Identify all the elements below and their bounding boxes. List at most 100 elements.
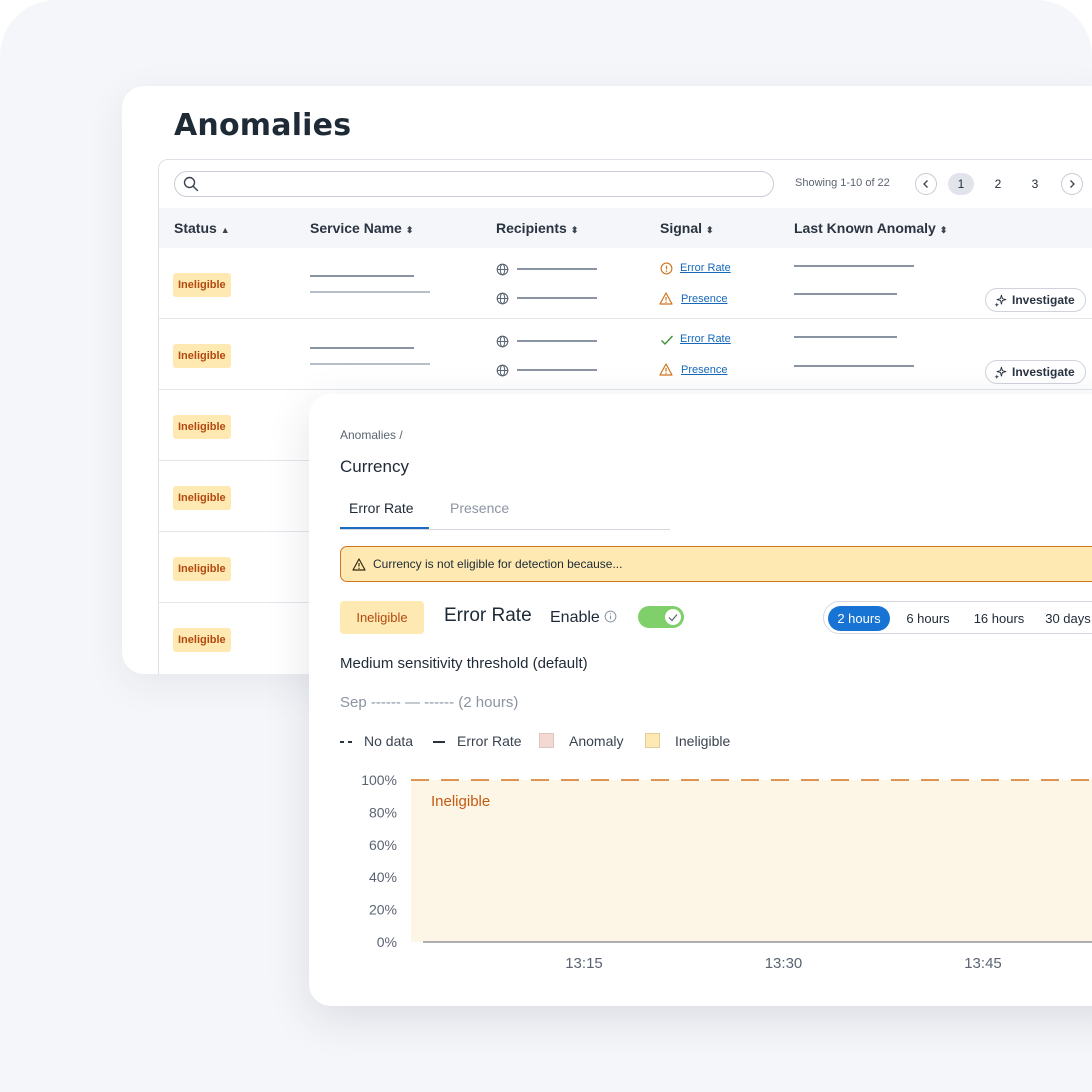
- table-toolbar: Showing 1-10 of 22 1 2 3: [159, 160, 1092, 208]
- signal-link-presence[interactable]: Presence: [681, 293, 727, 305]
- chevron-right-icon: [1070, 180, 1075, 188]
- entity-title: Currency: [340, 457, 409, 476]
- warning-triangle-icon: [659, 363, 673, 376]
- previous-page-button[interactable]: [915, 173, 937, 195]
- y-tick-label: 100%: [361, 772, 397, 788]
- status-badge: Ineligible: [340, 601, 424, 634]
- check-icon: [661, 335, 674, 346]
- pagination-summary: Showing 1-10 of 22: [795, 177, 890, 189]
- warning-triangle-icon: [659, 292, 673, 305]
- check-icon: [668, 613, 678, 621]
- service-name-placeholder: [310, 291, 430, 293]
- table-row[interactable]: Ineligible Error Rate Presence Investiga…: [159, 319, 1092, 390]
- legend-error-rate: Error Rate: [457, 733, 522, 749]
- table-header: Status ▲ Service Name ⬍ Recipients ⬍ Signal…: [159, 208, 1092, 248]
- table-row[interactable]: Ineligible Error Rate Presence Investiga…: [159, 248, 1092, 319]
- region-label: Ineligible: [431, 793, 490, 810]
- date-range-label: Sep ------ — ------ (2 hours): [340, 694, 519, 711]
- range-2-hours[interactable]: 2 hours: [828, 606, 890, 631]
- legend-no-data: No data: [364, 733, 414, 749]
- range-30-days[interactable]: 30 days: [1042, 606, 1092, 631]
- no-data-legend-swatch: [340, 741, 352, 743]
- eligibility-warning-banner: Currency is not eligible for detection b…: [340, 546, 1092, 582]
- globe-icon: [496, 335, 509, 348]
- sort-ascending-icon: ▲: [220, 225, 230, 235]
- y-tick-label: 60%: [369, 837, 397, 853]
- investigate-button[interactable]: Investigate: [985, 288, 1086, 312]
- status-badge: Ineligible: [173, 486, 231, 510]
- warning-triangle-icon: [352, 558, 366, 571]
- status-badge: Ineligible: [173, 415, 231, 439]
- page-1-button[interactable]: 1: [948, 173, 974, 195]
- service-name-placeholder: [310, 275, 414, 277]
- last-anomaly-placeholder: [794, 365, 914, 367]
- x-tick-label: 13:30: [765, 955, 803, 972]
- y-tick-label: 40%: [369, 869, 397, 885]
- sparkle-icon: [994, 294, 1007, 307]
- ineligible-legend-swatch: [645, 733, 660, 748]
- sparkle-icon: [994, 366, 1007, 379]
- threshold-label: Medium sensitivity threshold (default): [340, 655, 588, 672]
- sort-icon: ⬍: [939, 225, 948, 235]
- enable-label: Enable: [550, 609, 600, 626]
- x-tick-label: 13:15: [565, 955, 603, 972]
- toggle-knob: [665, 609, 681, 625]
- info-icon[interactable]: [604, 610, 617, 623]
- last-anomaly-placeholder: [794, 293, 897, 295]
- recipient-placeholder: [517, 340, 597, 342]
- sort-icon: ⬍: [706, 225, 714, 235]
- globe-icon: [496, 364, 509, 377]
- error-rate-legend-swatch: [433, 741, 445, 743]
- column-header-recipients[interactable]: Recipients ⬍: [496, 220, 578, 236]
- column-header-last-known-anomaly[interactable]: Last Known Anomaly ⬍: [794, 220, 947, 236]
- anomaly-detail-card: Anomalies / Currency Error Rate Presence…: [309, 394, 1092, 1006]
- sort-icon: ⬍: [570, 225, 579, 235]
- status-badge: Ineligible: [173, 557, 231, 581]
- x-tick-label: 13:45: [964, 955, 1002, 972]
- signal-link-presence[interactable]: Presence: [681, 364, 727, 376]
- time-range-selector: 2 hours 6 hours 16 hours 30 days: [823, 601, 1092, 634]
- globe-icon: [496, 263, 509, 276]
- recipient-placeholder: [517, 297, 597, 299]
- last-anomaly-placeholder: [794, 265, 914, 267]
- breadcrumb[interactable]: Anomalies /: [340, 428, 403, 442]
- enable-toggle[interactable]: [638, 606, 684, 628]
- column-header-status[interactable]: Status ▲: [174, 220, 230, 236]
- chevron-left-icon: [923, 180, 928, 188]
- page-3-button[interactable]: 3: [1022, 173, 1048, 195]
- service-name-placeholder: [310, 347, 414, 349]
- page-2-button[interactable]: 2: [985, 173, 1011, 195]
- column-header-service-name[interactable]: Service Name ⬍: [310, 220, 413, 236]
- legend-ineligible: Ineligible: [675, 733, 731, 749]
- y-tick-label: 80%: [369, 804, 397, 820]
- ineligible-region: [411, 780, 1092, 942]
- metric-title: Error Rate: [444, 605, 532, 626]
- status-badge: Ineligible: [173, 273, 231, 297]
- recipient-placeholder: [517, 268, 597, 270]
- search-icon: [183, 176, 199, 192]
- investigate-button[interactable]: Investigate: [985, 360, 1086, 384]
- tab-error-rate[interactable]: Error Rate: [349, 500, 414, 516]
- column-header-signal[interactable]: Signal ⬍: [660, 220, 714, 236]
- tab-presence[interactable]: Presence: [450, 500, 509, 516]
- recipient-placeholder: [517, 369, 597, 371]
- legend-anomaly: Anomaly: [569, 733, 624, 749]
- next-page-button[interactable]: [1061, 173, 1083, 195]
- active-tab-indicator: [340, 527, 429, 529]
- page-title: Anomalies: [174, 108, 352, 143]
- signal-link-error-rate[interactable]: Error Rate: [680, 333, 731, 345]
- range-6-hours[interactable]: 6 hours: [900, 606, 956, 631]
- warning-text: Currency is not eligible for detection b…: [373, 557, 623, 571]
- sort-icon: ⬍: [405, 225, 414, 235]
- y-tick-label: 20%: [369, 902, 397, 918]
- last-anomaly-placeholder: [794, 336, 897, 338]
- y-tick-label: 0%: [377, 934, 397, 950]
- range-16-hours[interactable]: 16 hours: [968, 606, 1030, 631]
- status-badge: Ineligible: [173, 344, 231, 368]
- status-badge: Ineligible: [173, 628, 231, 652]
- signal-link-error-rate[interactable]: Error Rate: [680, 262, 731, 274]
- signal-tabs: Error Rate Presence: [340, 490, 670, 530]
- search-input[interactable]: [174, 171, 774, 197]
- globe-icon: [496, 292, 509, 305]
- service-name-placeholder: [310, 363, 430, 365]
